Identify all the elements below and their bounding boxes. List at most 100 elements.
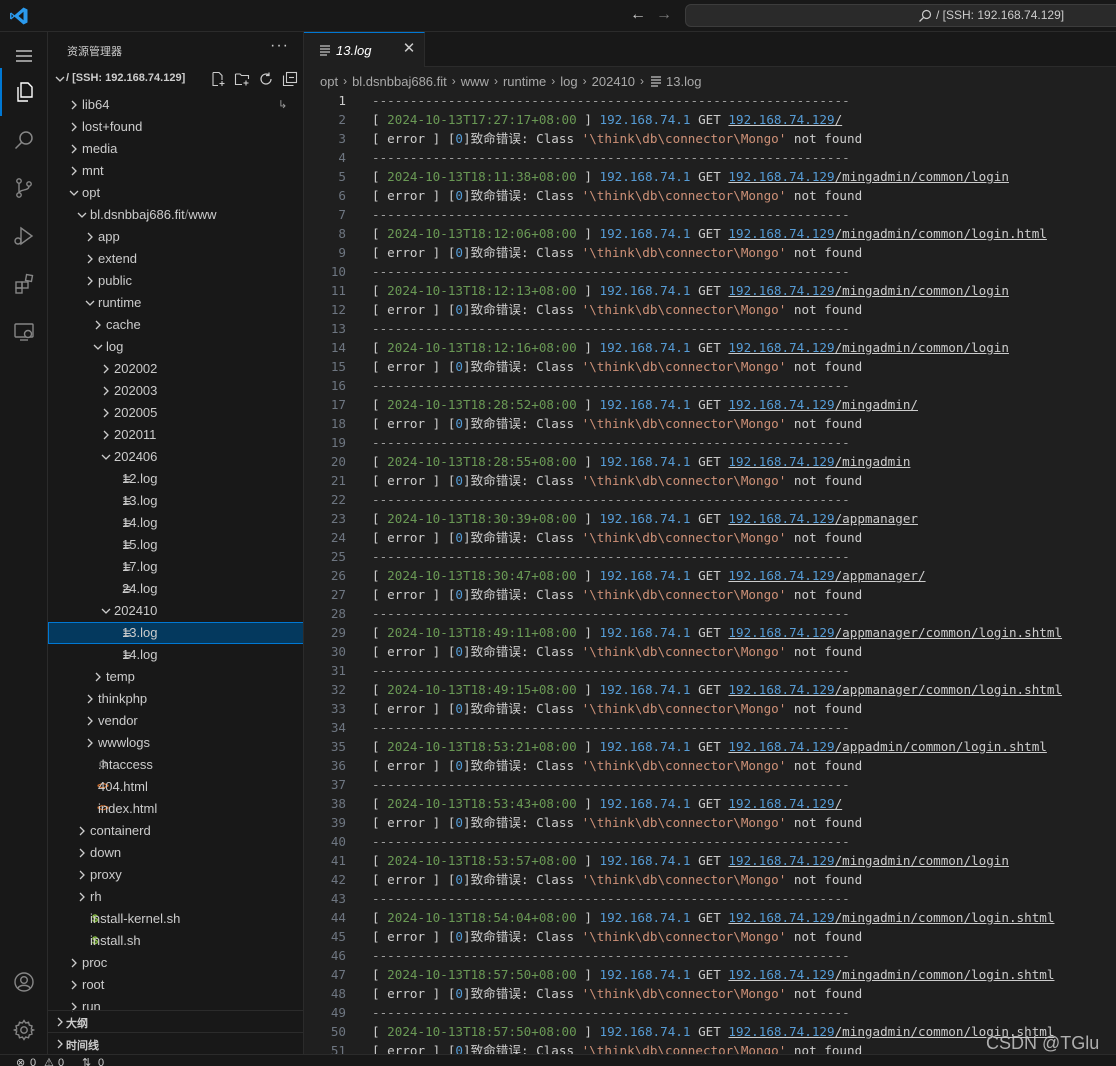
errors-icon[interactable]: ⊗ [16,1057,25,1066]
refresh-icon[interactable] [258,71,274,87]
tree-folder[interactable]: lib64 ↳ [48,94,303,116]
request-url[interactable]: 192.168.74.129/appmanager/common/login.s… [728,682,1062,697]
request-url[interactable]: 192.168.74.129/ [728,796,842,811]
collapse-all-icon[interactable] [282,71,298,87]
request-url[interactable]: 192.168.74.129/ [728,112,842,127]
more-actions-icon[interactable]: ··· [270,37,289,55]
request-url[interactable]: 192.168.74.129/mingadmin/common/login [728,283,1009,298]
tree-folder[interactable]: public [48,270,303,292]
new-file-icon[interactable] [210,71,226,87]
tree-file[interactable]: <> 404.html [48,776,303,798]
tree-folder[interactable]: wwwlogs [48,732,303,754]
timeline-section-header[interactable]: 时间线 [48,1032,303,1054]
tree-folder[interactable]: 202003 [48,380,303,402]
remote-explorer-icon[interactable] [0,308,48,356]
source-control-icon[interactable] [0,164,48,212]
request-url[interactable]: 192.168.74.129/appmanager/ [728,568,925,583]
command-center[interactable]: / [SSH: 192.168.74.129] [685,4,1116,27]
outline-section-header[interactable]: 大纲 [48,1010,303,1032]
tree-folder[interactable]: media [48,138,303,160]
tree-folder[interactable]: down [48,842,303,864]
breadcrumb-item[interactable]: opt [320,74,338,89]
tree-folder[interactable]: vendor [48,710,303,732]
tree-folder[interactable]: proc [48,952,303,974]
tree-folder[interactable]: opt [48,182,303,204]
bracket: [ [372,226,388,241]
code-line: 14 [ 2024-10-13T18:12:16+08:00 ] 192.168.… [304,338,1116,357]
request-url[interactable]: 192.168.74.129/mingadmin/ [728,397,918,412]
tree-folder[interactable]: thinkphp [48,688,303,710]
request-url[interactable]: 192.168.74.129/mingadmin/common/login.ht… [728,226,1046,241]
tree-folder[interactable]: bl.dsnbbaj686.fit / www [48,204,303,226]
tree-folder[interactable]: extend [48,248,303,270]
tree-folder[interactable]: 202410 [48,600,303,622]
tree-folder[interactable]: lost+found [48,116,303,138]
tree-folder[interactable]: log [48,336,303,358]
tree-file[interactable]: ≡ 14.log [48,644,303,666]
tree-file[interactable]: <> index.html [48,798,303,820]
request-host: 192.168.74.129 [728,853,835,868]
explorer-icon[interactable] [0,68,48,116]
run-debug-icon[interactable] [0,212,48,260]
tree-folder[interactable]: temp [48,666,303,688]
workspace-section-header[interactable]: / [SSH: 192.168.74.129] [48,68,303,90]
breadcrumb-file[interactable]: 13.log [666,74,701,89]
tree-folder[interactable]: 202005 [48,402,303,424]
tree-folder[interactable]: rh [48,886,303,908]
code-view[interactable]: 1 ---------------------------------------… [304,91,1116,1054]
tree-folder[interactable]: containerd [48,820,303,842]
breadcrumb-item[interactable]: runtime [503,74,546,89]
forward-arrow-icon[interactable]: → [654,5,674,25]
tree-item-label: opt [82,185,101,200]
tree-folder[interactable]: mnt [48,160,303,182]
request-url[interactable]: 192.168.74.129/mingadmin/common/login [728,169,1009,184]
tree-file[interactable]: ≡ 13.log [48,622,303,644]
tree-folder[interactable]: root [48,974,303,996]
tree-folder[interactable]: app [48,226,303,248]
tab-13-log[interactable]: 13.log ✕ [304,32,425,67]
tree-folder[interactable]: 202406 [48,446,303,468]
breadcrumb-item[interactable]: log [560,74,577,89]
request-url[interactable]: 192.168.74.129/appmanager/common/login.s… [728,625,1062,640]
log-timestamp: 2024-10-13T18:49:15+08:00 [387,682,577,697]
search-icon[interactable] [0,116,48,164]
tree-file[interactable]: ≡ 15.log [48,534,303,556]
tree-folder[interactable]: 202002 [48,358,303,380]
line-text: ----------------------------------------… [372,262,850,281]
close-icon[interactable]: ✕ [401,41,417,57]
request-url[interactable]: 192.168.74.129/appadmin/common/login.sht… [728,739,1046,754]
tree-file[interactable]: ≡ 13.log [48,490,303,512]
tree-folder[interactable]: 202011 [48,424,303,446]
breadcrumb-item[interactable]: www [461,74,489,89]
tree-file[interactable]: $ install-kernel.sh [48,908,303,930]
tree-file[interactable]: ≡ 12.log [48,468,303,490]
breadcrumb-item[interactable]: bl.dsnbbaj686.fit [352,74,447,89]
tree-folder[interactable]: proxy [48,864,303,886]
warning-icon[interactable]: ⚠ [44,1057,54,1066]
tree-file[interactable]: ≡ 14.log [48,512,303,534]
extensions-icon[interactable] [0,260,48,308]
new-folder-icon[interactable] [234,71,250,87]
error-class: '\think\db\connector\Mongo' [581,188,787,203]
account-icon[interactable] [0,958,48,1006]
request-path: /appmanager/common/login.shtml [834,682,1063,697]
back-arrow-icon[interactable]: ← [628,5,648,25]
error-prefix: [ error ] [ [372,872,456,887]
tree-file[interactable]: $ install.sh [48,930,303,952]
tree-file[interactable]: ⚙ .htaccess [48,754,303,776]
request-url[interactable]: 192.168.74.129/mingadmin [728,454,910,469]
request-url[interactable]: 192.168.74.129/mingadmin/common/login [728,853,1009,868]
request-url[interactable]: 192.168.74.129/mingadmin/common/login [728,340,1009,355]
request-url[interactable]: 192.168.74.129/appmanager [728,511,918,526]
request-url[interactable]: 192.168.74.129/mingadmin/common/login.sh… [728,967,1054,982]
tree-folder[interactable]: runtime [48,292,303,314]
chevron-right-icon [71,144,77,154]
tree-folder[interactable]: cache [48,314,303,336]
request-url[interactable]: 192.168.74.129/mingadmin/common/login.sh… [728,910,1054,925]
ports-icon[interactable]: ⇅ [82,1057,91,1066]
line-number: 45 [330,929,346,944]
settings-gear-icon[interactable] [0,1006,48,1054]
breadcrumb-item[interactable]: 202410 [592,74,635,89]
tree-file[interactable]: ≡ 24.log [48,578,303,600]
tree-file[interactable]: ≡ 17.log [48,556,303,578]
